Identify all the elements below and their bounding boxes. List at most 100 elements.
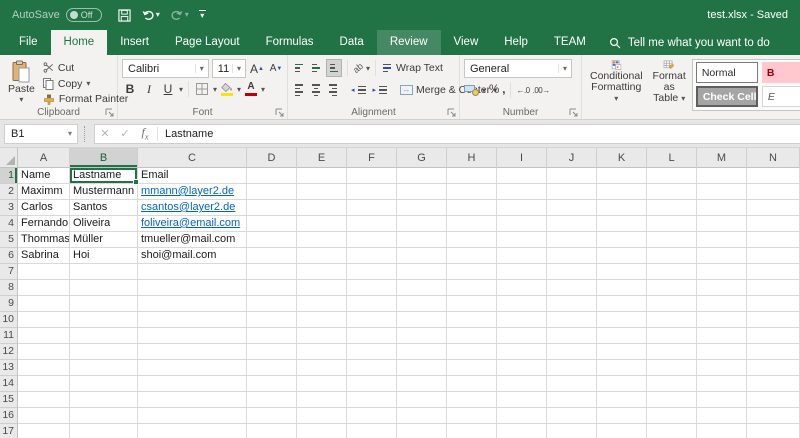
style-chip-explanatory[interactable]: E [762, 86, 800, 107]
tab-formulas[interactable]: Formulas [253, 30, 327, 55]
cell-L5[interactable] [647, 232, 697, 248]
cell-B9[interactable] [70, 296, 138, 312]
tab-page-layout[interactable]: Page Layout [162, 30, 253, 55]
cell-G15[interactable] [397, 392, 447, 408]
redo-dropdown-icon[interactable]: ▾ [185, 11, 189, 19]
row-header-1[interactable]: 1 [0, 168, 18, 184]
copy-button[interactable]: Copy ▾ [43, 77, 128, 91]
cell-K11[interactable] [597, 328, 647, 344]
column-header-C[interactable]: C [138, 148, 247, 168]
cell-L12[interactable] [647, 344, 697, 360]
cell-I11[interactable] [497, 328, 547, 344]
row-header-14[interactable]: 14 [0, 376, 18, 392]
accounting-format-button[interactable] [464, 84, 479, 96]
cell-K5[interactable] [597, 232, 647, 248]
cell-I16[interactable] [497, 408, 547, 424]
cell-F6[interactable] [347, 248, 397, 264]
cell-A14[interactable] [18, 376, 70, 392]
cell-F10[interactable] [347, 312, 397, 328]
cell-M2[interactable] [697, 184, 747, 200]
cell-C7[interactable] [138, 264, 247, 280]
number-format-combo[interactable]: General ▾ [464, 59, 572, 78]
cell-D16[interactable] [247, 408, 297, 424]
cell-A5[interactable]: Thommas [18, 232, 70, 248]
cell-G9[interactable] [397, 296, 447, 312]
cell-H14[interactable] [447, 376, 497, 392]
cell-I4[interactable] [497, 216, 547, 232]
cell-E6[interactable] [297, 248, 347, 264]
cell-J9[interactable] [547, 296, 597, 312]
cell-G7[interactable] [397, 264, 447, 280]
row-header-11[interactable]: 11 [0, 328, 18, 344]
cell-N1[interactable] [747, 168, 800, 184]
undo-button[interactable]: ▾ [141, 9, 160, 21]
row-header-8[interactable]: 8 [0, 280, 18, 296]
cell-C12[interactable] [138, 344, 247, 360]
formula-content[interactable]: Lastname [160, 128, 800, 140]
cell-D17[interactable] [247, 424, 297, 438]
cell-D1[interactable] [247, 168, 297, 184]
cell-E8[interactable] [297, 280, 347, 296]
cell-B8[interactable] [70, 280, 138, 296]
cell-L9[interactable] [647, 296, 697, 312]
font-color-button[interactable]: A [244, 82, 258, 96]
cell-K12[interactable] [597, 344, 647, 360]
cell-C5[interactable]: tmueller@mail.com [138, 232, 247, 248]
row-header-12[interactable]: 12 [0, 344, 18, 360]
cell-B5[interactable]: Müller [70, 232, 138, 248]
cell-J6[interactable] [547, 248, 597, 264]
cell-C13[interactable] [138, 360, 247, 376]
cell-L4[interactable] [647, 216, 697, 232]
cell-G12[interactable] [397, 344, 447, 360]
cell-M4[interactable] [697, 216, 747, 232]
autosave-pill[interactable]: Off [66, 8, 102, 22]
row-header-10[interactable]: 10 [0, 312, 18, 328]
alignment-dialog-launcher[interactable] [447, 108, 456, 117]
column-header-E[interactable]: E [297, 148, 347, 168]
cell-G2[interactable] [397, 184, 447, 200]
fill-color-button[interactable] [220, 83, 234, 96]
row-header-4[interactable]: 4 [0, 216, 18, 232]
cell-N4[interactable] [747, 216, 800, 232]
cell-I6[interactable] [497, 248, 547, 264]
cell-M6[interactable] [697, 248, 747, 264]
font-color-dropdown-icon[interactable]: ▾ [261, 86, 265, 93]
column-header-G[interactable]: G [397, 148, 447, 168]
cell-A12[interactable] [18, 344, 70, 360]
cell-M3[interactable] [697, 200, 747, 216]
column-header-L[interactable]: L [647, 148, 697, 168]
cell-K6[interactable] [597, 248, 647, 264]
cell-C8[interactable] [138, 280, 247, 296]
cell-B7[interactable] [70, 264, 138, 280]
cell-A8[interactable] [18, 280, 70, 296]
cell-N9[interactable] [747, 296, 800, 312]
cell-N16[interactable] [747, 408, 800, 424]
cell-L14[interactable] [647, 376, 697, 392]
cell-J12[interactable] [547, 344, 597, 360]
font-name-dropdown-icon[interactable]: ▾ [195, 64, 208, 73]
format-painter-button[interactable]: Format Painter [43, 92, 128, 106]
borders-button[interactable] [194, 80, 210, 98]
cell-E9[interactable] [297, 296, 347, 312]
orientation-button[interactable]: ab [351, 61, 365, 75]
cell-M11[interactable] [697, 328, 747, 344]
style-chip-normal[interactable]: Normal [696, 62, 758, 83]
cell-B3[interactable]: Santos [70, 200, 138, 216]
row-header-3[interactable]: 3 [0, 200, 18, 216]
cell-E12[interactable] [297, 344, 347, 360]
cell-K15[interactable] [597, 392, 647, 408]
cell-H2[interactable] [447, 184, 497, 200]
cell-A1[interactable]: Name [18, 168, 70, 184]
cell-A7[interactable] [18, 264, 70, 280]
cell-M8[interactable] [697, 280, 747, 296]
cell-L7[interactable] [647, 264, 697, 280]
cell-L10[interactable] [647, 312, 697, 328]
cell-C2[interactable]: mmann@layer2.de [138, 184, 247, 200]
cell-I5[interactable] [497, 232, 547, 248]
row-header-2[interactable]: 2 [0, 184, 18, 200]
cell-J10[interactable] [547, 312, 597, 328]
row-header-15[interactable]: 15 [0, 392, 18, 408]
cell-E4[interactable] [297, 216, 347, 232]
cell-E15[interactable] [297, 392, 347, 408]
style-chip-check-cell[interactable]: Check Cell [696, 86, 758, 107]
